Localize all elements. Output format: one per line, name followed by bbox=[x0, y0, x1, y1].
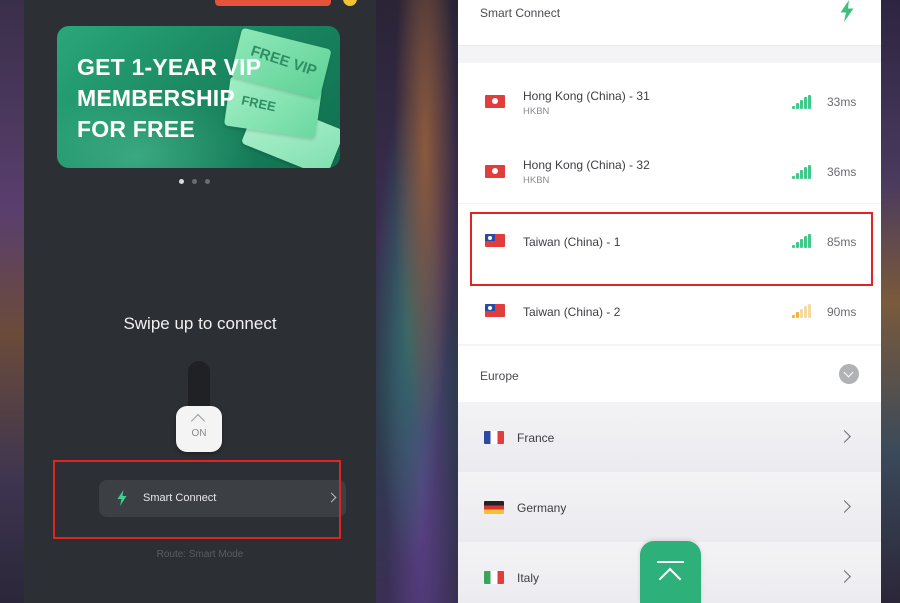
signal-strength-icon bbox=[792, 165, 811, 179]
chevron-up-icon bbox=[658, 567, 682, 591]
coin-icon bbox=[343, 0, 357, 6]
header-title: Smart Connect bbox=[480, 6, 561, 20]
scroll-to-top-icon bbox=[657, 561, 684, 563]
chevron-right-icon bbox=[838, 430, 851, 443]
toggle-label: ON bbox=[191, 428, 207, 439]
scroll-to-top-button[interactable] bbox=[640, 541, 701, 603]
region-title: Europe bbox=[480, 369, 519, 383]
country-row-germany[interactable]: Germany bbox=[458, 472, 881, 542]
server-provider: HKBN bbox=[523, 175, 550, 186]
italy-flag-icon bbox=[484, 571, 504, 584]
signal-strength-icon bbox=[792, 304, 811, 318]
server-name: Taiwan (China) - 2 bbox=[523, 305, 621, 319]
hong-kong-flag-icon bbox=[485, 165, 505, 178]
highlight-box bbox=[470, 212, 873, 286]
bolt-icon[interactable] bbox=[840, 0, 854, 22]
server-name: Hong Kong (China) - 32 bbox=[523, 158, 650, 172]
vip-promo-banner[interactable]: FREE FREE VIP GET 1-YEAR VIP MEMBERSHIP … bbox=[57, 26, 340, 168]
carousel-dot[interactable] bbox=[205, 179, 210, 184]
chevron-down-icon[interactable] bbox=[839, 364, 859, 384]
france-flag-icon bbox=[484, 431, 504, 444]
background-art-left bbox=[0, 0, 24, 603]
server-latency: 36ms bbox=[827, 165, 857, 179]
highlight-box bbox=[53, 460, 341, 539]
server-list-header: Smart Connect bbox=[458, 0, 881, 46]
server-row[interactable]: Hong Kong (China) - 32 HKBN 36ms bbox=[458, 133, 881, 203]
server-latency: 33ms bbox=[827, 95, 857, 109]
right-phone-screen: Smart Connect Hong Kong (China) - 31 HKB… bbox=[458, 0, 881, 603]
swipe-instruction: Swipe up to connect bbox=[123, 314, 277, 333]
germany-flag-icon bbox=[484, 501, 504, 514]
country-name: France bbox=[517, 431, 555, 445]
country-name: Germany bbox=[517, 501, 567, 515]
background-art-middle bbox=[376, 0, 458, 603]
signal-strength-icon bbox=[792, 95, 811, 109]
top-action-button[interactable] bbox=[215, 0, 331, 6]
carousel-dot[interactable] bbox=[192, 179, 197, 184]
hong-kong-flag-icon bbox=[485, 95, 505, 108]
chevron-right-icon bbox=[838, 500, 851, 513]
country-name: Italy bbox=[517, 571, 540, 585]
server-name: Hong Kong (China) - 31 bbox=[523, 89, 650, 103]
server-row[interactable]: Hong Kong (China) - 31 HKBN 33ms bbox=[458, 63, 881, 133]
connect-slider-knob[interactable]: ON bbox=[176, 406, 222, 452]
taiwan-flag-icon bbox=[485, 304, 505, 317]
region-header-europe[interactable]: Europe bbox=[458, 346, 881, 402]
carousel-dots bbox=[179, 179, 210, 184]
server-provider: HKBN bbox=[523, 106, 550, 117]
carousel-dot[interactable] bbox=[179, 179, 184, 184]
chevron-right-icon bbox=[838, 570, 851, 583]
chevron-up-icon bbox=[190, 413, 206, 429]
banner-headline: GET 1-YEAR VIP MEMBERSHIP FOR FREE bbox=[77, 54, 262, 142]
route-mode-text: Route: Smart Mode bbox=[156, 549, 244, 560]
country-row-france[interactable]: France bbox=[458, 402, 881, 472]
background-art-right bbox=[881, 0, 900, 603]
server-latency: 90ms bbox=[827, 305, 857, 319]
